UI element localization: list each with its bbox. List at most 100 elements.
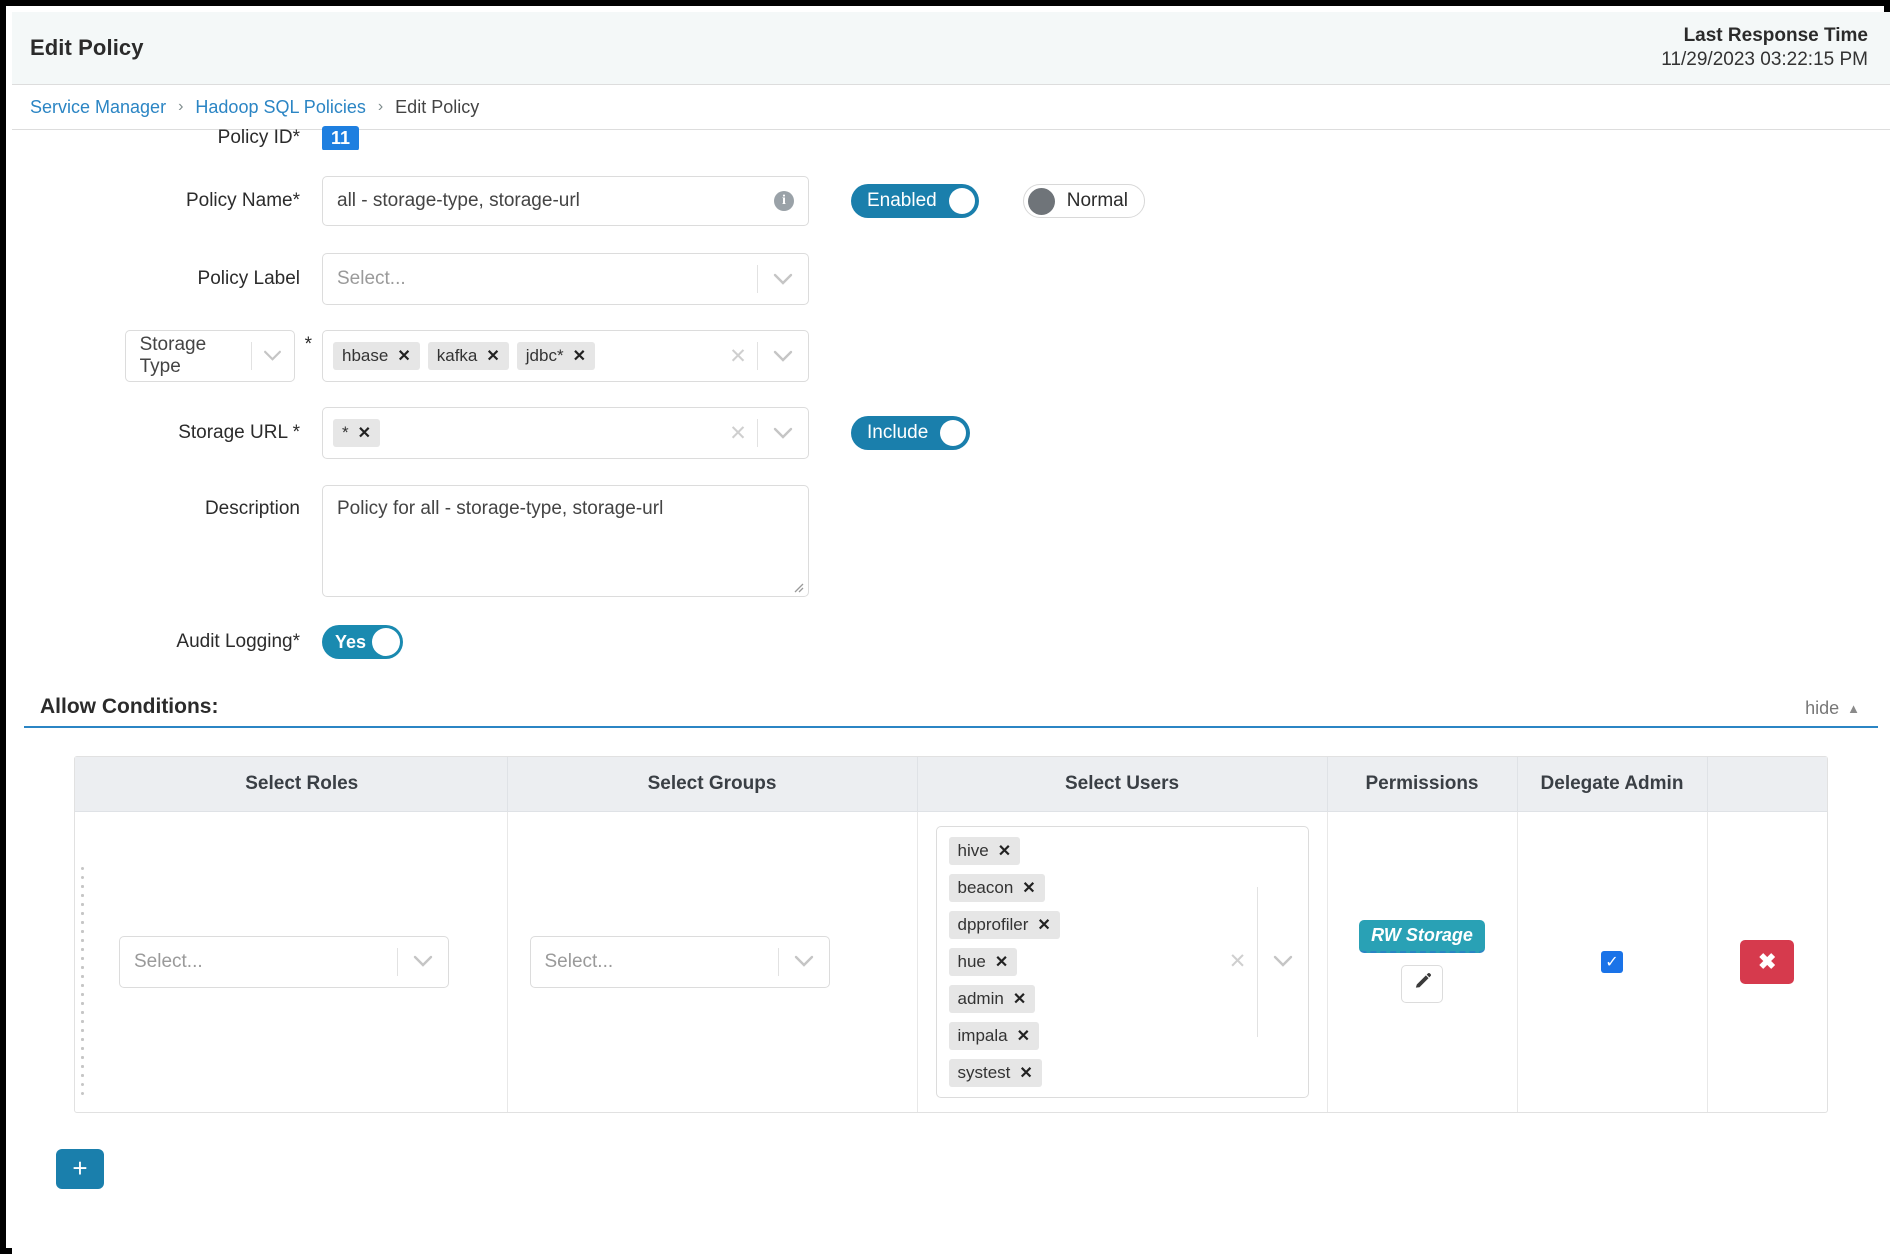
policy-label-placeholder: Select... (337, 268, 757, 290)
chevron-down-icon[interactable] (398, 955, 448, 968)
chip-label: admin (958, 989, 1004, 1009)
description-value: Policy for all - storage-type, storage-u… (337, 498, 663, 519)
cell-actions: ✖ (1707, 811, 1827, 1112)
enabled-toggle[interactable]: Enabled (851, 184, 979, 218)
allow-conditions-title: Allow Conditions: (40, 695, 218, 719)
hide-label: hide (1805, 698, 1839, 719)
chip[interactable]: impala✕ (949, 1022, 1040, 1050)
chip-remove-icon[interactable]: ✕ (573, 346, 586, 366)
storage-type-multiselect[interactable]: hbase ✕ kafka✕ jdbc*✕ ✕ (322, 330, 809, 382)
breadcrumb: Service Manager › Hadoop SQL Policies › … (12, 85, 1890, 130)
table-row: Select... Select... (75, 811, 1827, 1112)
audit-logging-label: Audit Logging* (12, 631, 322, 653)
permission-badge[interactable]: RW Storage (1359, 920, 1485, 953)
chip-remove-icon[interactable]: ✕ (1019, 1063, 1032, 1083)
cell-select-users: hive ✕ beacon✕ dpprofiler✕ hue✕ admin ✕ im… (917, 811, 1327, 1112)
storage-url-chip-list: *✕ (333, 412, 719, 454)
clear-all-icon[interactable]: ✕ (1219, 949, 1257, 974)
breadcrumb-item-service-manager[interactable]: Service Manager (30, 97, 166, 118)
description-textarea[interactable]: Policy for all - storage-type, storage-u… (322, 485, 809, 597)
col-handle (75, 757, 97, 811)
allow-conditions-table-wrap: Select Roles Select Groups Select Users … (74, 756, 1828, 1113)
chip[interactable]: hive ✕ (949, 837, 1021, 865)
storage-type-left: Storage Type * (12, 330, 322, 382)
include-toggle[interactable]: Include (851, 416, 970, 450)
chip-remove-icon[interactable]: ✕ (1017, 1026, 1030, 1046)
add-condition-button[interactable]: + (56, 1149, 104, 1189)
chevron-down-icon[interactable] (252, 350, 294, 362)
breadcrumb-separator-icon: › (378, 98, 383, 116)
chip[interactable]: jdbc*✕ (517, 342, 595, 370)
col-delegate-admin: Delegate Admin (1517, 757, 1707, 811)
chip-remove-icon[interactable]: ✕ (1013, 989, 1026, 1009)
page-header: Edit Policy Last Response Time 11/29/202… (12, 12, 1890, 85)
col-permissions: Permissions (1327, 757, 1517, 811)
chip[interactable]: *✕ (333, 419, 380, 447)
info-icon[interactable]: i (774, 191, 794, 211)
clear-all-icon[interactable]: ✕ (719, 421, 757, 446)
users-chip-list: hive ✕ beacon✕ dpprofiler✕ hue✕ admin ✕ im… (949, 837, 1219, 1087)
page-root: Edit Policy Last Response Time 11/29/202… (12, 12, 1890, 1254)
chip[interactable]: hbase ✕ (333, 342, 420, 370)
policy-id-value-wrap: 11 (322, 126, 359, 150)
chip[interactable]: dpprofiler✕ (949, 911, 1060, 939)
policy-name-row: Policy Name* all - storage-type, storage… (12, 176, 1890, 226)
normal-toggle-label: Normal (1067, 190, 1128, 212)
chip-label: hbase (342, 346, 388, 366)
storage-url-multiselect[interactable]: *✕ ✕ (322, 407, 809, 459)
allow-conditions-table: Select Roles Select Groups Select Users … (75, 757, 1827, 1112)
chip[interactable]: admin ✕ (949, 985, 1036, 1013)
chip[interactable]: beacon✕ (949, 874, 1045, 902)
policy-label-label: Policy Label (12, 268, 322, 290)
clear-all-icon[interactable]: ✕ (719, 344, 757, 369)
description-field-wrap: Policy for all - storage-type, storage-u… (322, 485, 809, 597)
roles-select[interactable]: Select... (119, 936, 449, 988)
chevron-down-icon[interactable] (1258, 955, 1308, 968)
cell-permissions: RW Storage (1327, 811, 1517, 1112)
last-response-block: Last Response Time 11/29/2023 03:22:15 P… (1661, 24, 1868, 72)
chevron-up-icon: ▲ (1847, 701, 1860, 716)
breadcrumb-item-hadoop-sql-policies[interactable]: Hadoop SQL Policies (195, 97, 365, 118)
normal-toggle[interactable]: Normal (1023, 184, 1145, 218)
chip-remove-icon[interactable]: ✕ (1037, 915, 1050, 935)
storage-type-values-wrap: hbase ✕ kafka✕ jdbc*✕ ✕ (322, 330, 809, 382)
last-response-value: 11/29/2023 03:22:15 PM (1661, 48, 1868, 72)
chip-remove-icon[interactable]: ✕ (995, 952, 1008, 972)
audit-logging-toggle[interactable]: Yes (322, 625, 403, 659)
row-drag-handle[interactable] (75, 811, 97, 1112)
chip-label: hive (958, 841, 989, 861)
storage-type-select[interactable]: Storage Type (125, 330, 295, 382)
chip-remove-icon[interactable]: ✕ (998, 841, 1011, 861)
allow-conditions-section: Allow Conditions: hide ▲ (12, 695, 1890, 1189)
chip-remove-icon[interactable]: ✕ (358, 423, 371, 443)
toggle-knob-icon (1028, 188, 1055, 215)
groups-select[interactable]: Select... (530, 936, 830, 988)
audit-logging-value: Yes (335, 632, 366, 653)
chevron-down-icon[interactable] (758, 273, 808, 286)
enabled-toggle-label: Enabled (867, 190, 937, 212)
resize-grip-icon[interactable] (790, 579, 804, 593)
chevron-down-icon[interactable] (779, 955, 829, 968)
delegate-admin-checkbox[interactable]: ✓ (1601, 951, 1623, 973)
storage-type-row: Storage Type * hbase ✕ kafka✕ jdbc*✕ ✕ (12, 330, 1890, 382)
col-select-groups: Select Groups (507, 757, 917, 811)
audit-logging-toggle-wrap: Yes (322, 625, 403, 659)
chip-remove-icon[interactable]: ✕ (1022, 878, 1035, 898)
policy-name-input[interactable]: all - storage-type, storage-url i (322, 176, 809, 226)
allow-conditions-header: Allow Conditions: hide ▲ (24, 695, 1878, 728)
users-multiselect[interactable]: hive ✕ beacon✕ dpprofiler✕ hue✕ admin ✕ im… (936, 826, 1309, 1098)
policy-id-label: Policy ID* (12, 127, 322, 149)
edit-permissions-button[interactable] (1401, 965, 1443, 1003)
chip-remove-icon[interactable]: ✕ (486, 346, 499, 366)
chip[interactable]: hue✕ (949, 948, 1018, 976)
chip[interactable]: systest✕ (949, 1059, 1042, 1087)
chevron-down-icon[interactable] (758, 350, 808, 363)
delete-row-button[interactable]: ✖ (1740, 940, 1794, 984)
hide-toggle-link[interactable]: hide ▲ (1805, 698, 1860, 719)
chip-remove-icon[interactable]: ✕ (397, 346, 410, 366)
policy-label-select[interactable]: Select... (322, 253, 809, 305)
chevron-down-icon[interactable] (758, 427, 808, 440)
close-icon: ✖ (1758, 949, 1776, 975)
policy-name-value: all - storage-type, storage-url (337, 190, 774, 212)
chip[interactable]: kafka✕ (428, 342, 509, 370)
